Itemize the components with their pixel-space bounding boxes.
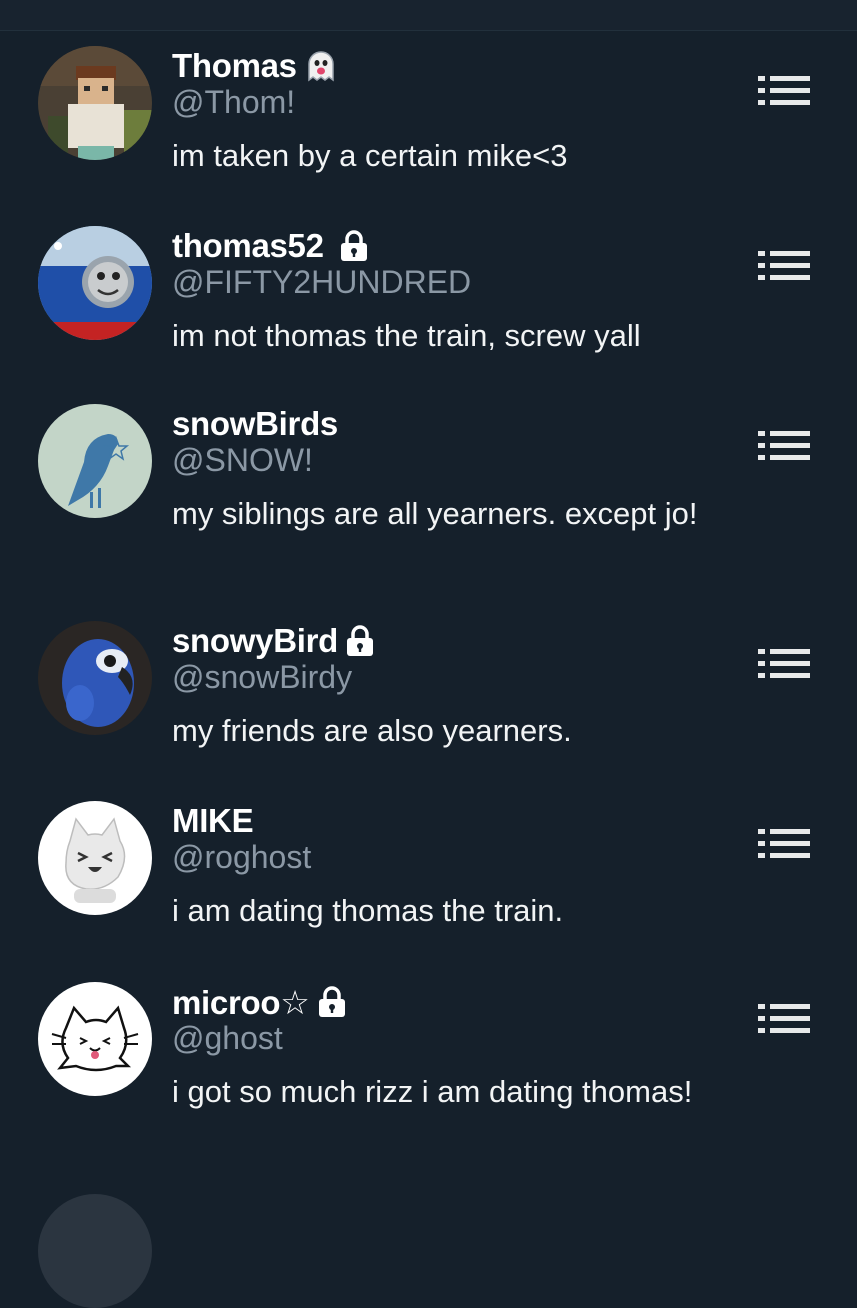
lock-icon <box>316 985 348 1019</box>
avatar[interactable] <box>38 982 152 1096</box>
lock-icon <box>338 229 370 263</box>
display-name: Thomas <box>172 47 297 84</box>
handle: @ghost <box>172 1020 283 1056</box>
list-menu-icon[interactable] <box>758 74 812 108</box>
bio: im taken by a certain mike<3 <box>172 138 568 173</box>
avatar[interactable] <box>38 226 152 340</box>
list-menu-icon[interactable] <box>758 827 812 861</box>
top-bar <box>0 0 857 31</box>
lock-icon <box>344 624 376 658</box>
avatar[interactable] <box>38 1194 152 1308</box>
list-menu-icon[interactable] <box>758 647 812 681</box>
display-name: thomas52 <box>172 227 324 264</box>
display-name: MIKE <box>172 802 254 839</box>
handle: @Thom! <box>172 84 296 120</box>
display-name: microo☆ <box>172 983 310 1021</box>
bio: my friends are also yearners. <box>172 713 572 748</box>
bio: im not thomas the train, screw yall <box>172 318 641 353</box>
bio: i got so much rizz i am dating thomas! <box>172 1074 693 1109</box>
display-name: snowyBird <box>172 622 338 659</box>
bio: my siblings are all yearners. except jo! <box>172 496 698 531</box>
handle: @snowBirdy <box>172 659 353 695</box>
bio: i am dating thomas the train. <box>172 893 564 928</box>
avatar[interactable] <box>38 621 152 735</box>
display-name: snowBirds <box>172 405 338 442</box>
handle: @roghost <box>172 839 312 875</box>
list-menu-icon[interactable] <box>758 1002 812 1036</box>
avatar[interactable] <box>38 46 152 160</box>
avatar[interactable] <box>38 801 152 915</box>
handle: @FIFTY2HUNDRED <box>172 264 472 300</box>
list-menu-icon[interactable] <box>758 249 812 283</box>
ghost-emoji-icon <box>303 48 339 84</box>
list-menu-icon[interactable] <box>758 429 812 463</box>
avatar[interactable] <box>38 404 152 518</box>
handle: @SNOW! <box>172 442 313 478</box>
